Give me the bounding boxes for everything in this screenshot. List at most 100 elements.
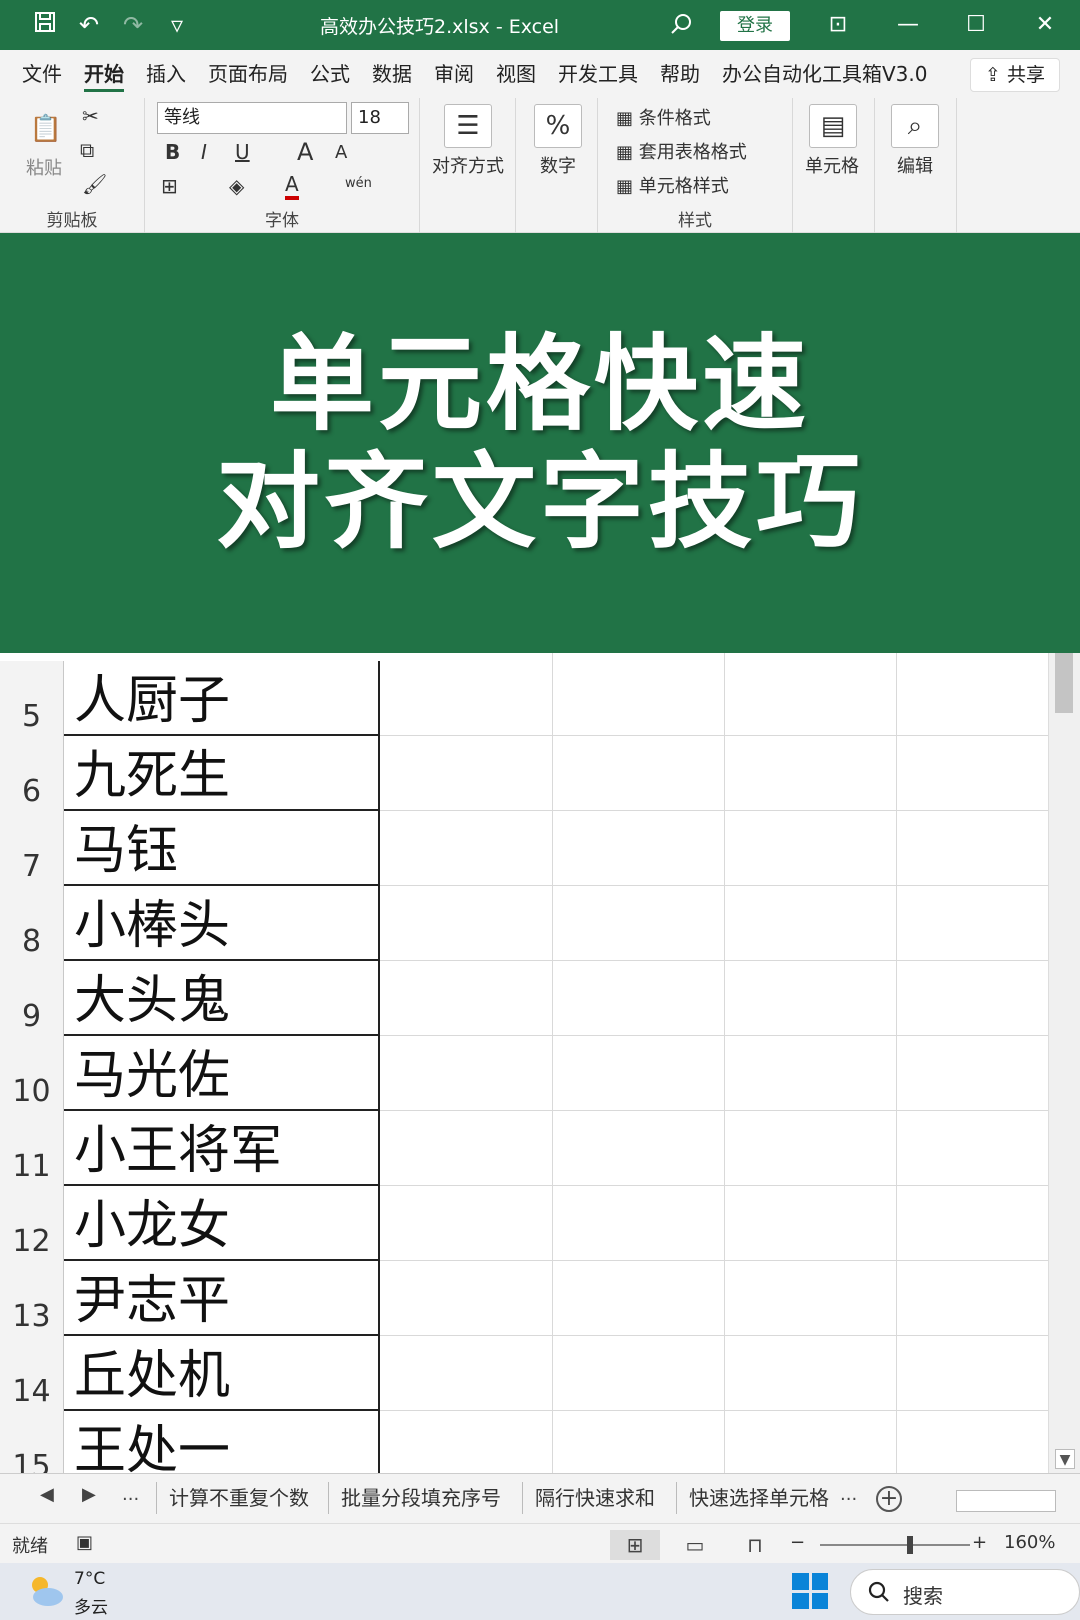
row-header[interactable]: 12 [0,1186,64,1261]
row-header[interactable]: 9 [0,961,64,1036]
sheet-tab[interactable]: 快速选择单元格 [676,1482,841,1514]
cell-a[interactable]: 九死生 [64,736,380,811]
align-icon[interactable]: ☰ [444,104,492,148]
sheet-ellipsis-left[interactable]: ... [122,1484,139,1505]
row-header[interactable]: 10 [0,1036,64,1111]
zoom-slider[interactable] [820,1536,970,1554]
tab-automation-toolbox[interactable]: 办公自动化工具箱V3.0 [722,50,928,98]
sheet-tab[interactable]: 批量分段填充序号 [328,1482,513,1514]
cell-a[interactable]: 王处一 [64,1411,380,1473]
zoom-in-button[interactable]: + [972,1532,987,1553]
tab-view[interactable]: 视图 [496,50,536,98]
row-header[interactable]: 6 [0,736,64,811]
table-row: 15 王处一 [0,1411,1048,1473]
underline-button[interactable]: U [235,140,250,164]
add-sheet-icon[interactable]: + [876,1486,902,1512]
cell-a[interactable]: 丘处机 [64,1336,380,1411]
cells-label[interactable]: 单元格 [805,152,859,178]
phonetic-button[interactable]: wén [345,176,372,191]
normal-view-icon[interactable]: ⊞ [610,1530,660,1560]
tab-data[interactable]: 数据 [372,50,412,98]
spreadsheet-grid[interactable]: 5 人厨子 6 九死生 7 马钰 8 小棒头 9 大头鬼 10 马光佐 11 小… [0,653,1048,1473]
percent-icon[interactable]: % [534,104,582,148]
cell-a[interactable]: 小龙女 [64,1186,380,1261]
tab-page-layout[interactable]: 页面布局 [208,50,288,98]
weather-icon[interactable] [24,1571,66,1611]
format-as-table-button[interactable]: ▦ 套用表格格式 [616,138,747,164]
editing-label[interactable]: 编辑 [897,152,933,178]
copy-icon[interactable]: ⧉ [80,138,94,162]
zoom-level[interactable]: 160% [1004,1532,1055,1553]
row-header[interactable]: 11 [0,1111,64,1186]
cell-a[interactable]: 马钰 [64,811,380,886]
row-header[interactable]: 7 [0,811,64,886]
scrollbar-thumb[interactable] [1055,653,1073,713]
page-layout-view-icon[interactable]: ▭ [670,1530,720,1560]
row-header[interactable]: 13 [0,1261,64,1336]
number-label[interactable]: 数字 [540,152,576,178]
maximize-icon[interactable]: ☐ [956,8,996,42]
weather-condition: 多云 [74,1598,108,1618]
row-header[interactable]: 14 [0,1336,64,1411]
zoom-slider-thumb[interactable] [907,1536,913,1554]
find-icon[interactable]: ⌕ [891,104,939,148]
paste-icon[interactable]: 📋 [22,108,70,152]
save-icon[interactable] [30,10,60,41]
vertical-scrollbar[interactable]: ▼ [1048,653,1080,1473]
row-header[interactable]: 5 [0,661,64,736]
grow-font-button[interactable]: A [297,138,313,166]
borders-icon[interactable]: ⊞ [161,174,178,198]
tab-formulas[interactable]: 公式 [310,50,350,98]
login-button[interactable]: 登录 [720,11,790,41]
row-header[interactable]: 8 [0,886,64,961]
italic-button[interactable]: I [201,140,207,164]
tab-help[interactable]: 帮助 [660,50,700,98]
bold-button[interactable]: B [165,140,180,164]
search-icon[interactable] [666,10,696,40]
tab-developer[interactable]: 开发工具 [558,50,638,98]
cell-a[interactable]: 小棒头 [64,886,380,961]
page-break-view-icon[interactable]: ⊓ [730,1530,780,1560]
minimize-icon[interactable]: — [888,8,928,42]
cell-a[interactable]: 尹志平 [64,1261,380,1336]
share-button[interactable]: ⇪ 共享 [970,58,1060,92]
cell-a[interactable]: 人厨子 [64,661,380,736]
cell-a[interactable]: 大头鬼 [64,961,380,1036]
horizontal-scrollbar[interactable] [956,1490,1056,1512]
accessibility-icon[interactable]: ▣ [76,1532,93,1553]
ribbon-display-icon[interactable]: ⊡ [818,8,858,42]
format-painter-icon[interactable]: 🖌 [82,172,107,196]
fill-color-icon[interactable]: ◈ [229,174,244,198]
customize-icon[interactable]: ▿ [162,10,192,40]
cells-icon[interactable]: ▤ [809,104,857,148]
zoom-out-button[interactable]: − [790,1532,805,1553]
tab-insert[interactable]: 插入 [146,50,186,98]
cell-a[interactable]: 马光佐 [64,1036,380,1111]
sheet-tab[interactable]: 隔行快速求和 [522,1482,667,1514]
alignment-label[interactable]: 对齐方式 [432,152,504,178]
conditional-format-button[interactable]: ▦ 条件格式 [616,104,711,130]
shrink-font-button[interactable]: A [335,142,347,163]
prev-sheet-icon[interactable]: ◀ [40,1484,54,1505]
windows-start-icon[interactable] [792,1573,828,1609]
tab-file[interactable]: 文件 [22,50,62,98]
sheet-ellipsis-right[interactable]: ... [840,1484,857,1505]
tab-review[interactable]: 审阅 [434,50,474,98]
redo-icon[interactable]: ↷ [118,10,148,40]
undo-icon[interactable]: ↶ [74,10,104,40]
font-size-select[interactable]: 18 [351,102,409,134]
cut-icon[interactable]: ✂ [82,104,99,128]
font-color-button[interactable]: A [285,172,299,200]
sheet-tab[interactable]: 计算不重复个数 [156,1482,321,1514]
close-icon[interactable]: ✕ [1025,8,1065,42]
scroll-down-icon[interactable]: ▼ [1055,1449,1075,1469]
tab-home[interactable]: 开始 [84,50,124,98]
temperature: 7°C [74,1569,106,1589]
paste-label[interactable]: 粘贴 [26,154,62,180]
cell-styles-button[interactable]: ▦ 单元格样式 [616,172,729,198]
cell-a[interactable]: 小王将军 [64,1111,380,1186]
taskbar-search[interactable]: 搜索 [850,1569,1080,1615]
row-header[interactable]: 15 [0,1411,64,1473]
next-sheet-icon[interactable]: ▶ [82,1484,96,1505]
font-name-select[interactable]: 等线 [157,102,347,134]
